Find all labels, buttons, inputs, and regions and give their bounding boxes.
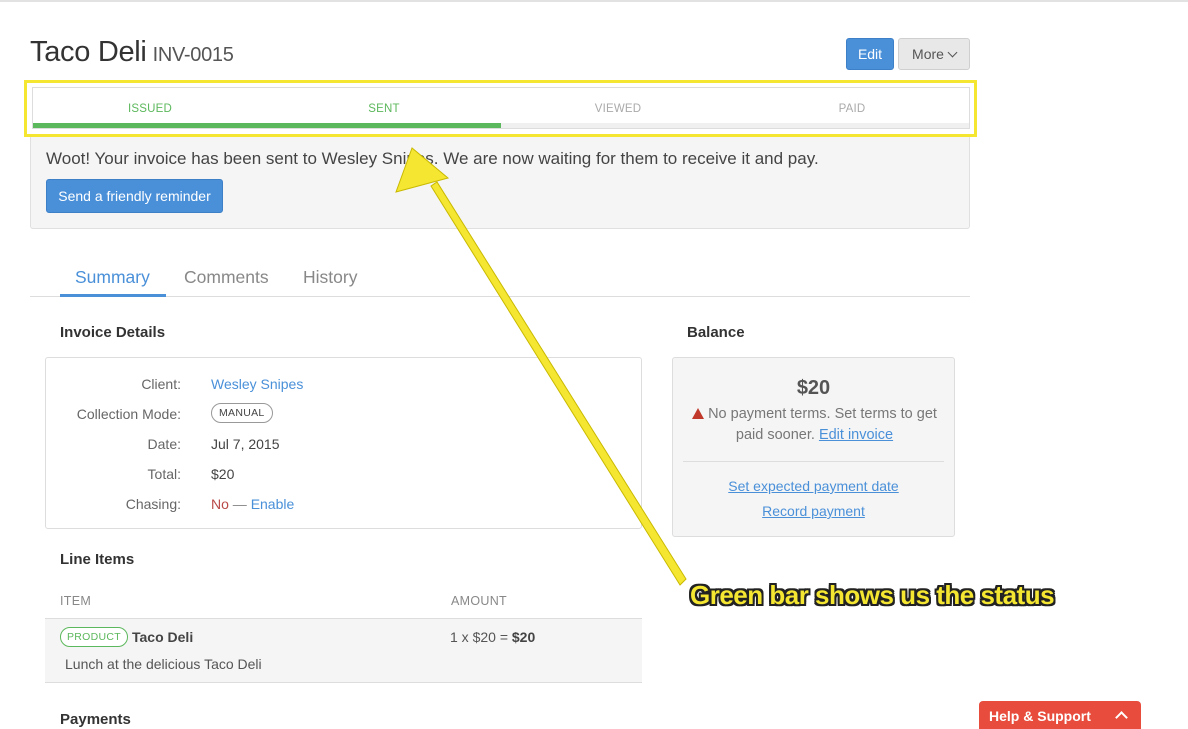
- help-support-button[interactable]: Help & Support: [979, 701, 1141, 729]
- tab-comments[interactable]: Comments: [184, 267, 269, 288]
- invoice-number: INV-0015: [152, 44, 234, 66]
- line-item-description: Lunch at the delicious Taco Deli: [65, 656, 262, 672]
- tab-summary[interactable]: Summary: [75, 267, 150, 288]
- chevron-down-icon: [947, 47, 958, 57]
- more-dropdown-button[interactable]: More: [898, 38, 970, 70]
- more-button-label: More: [912, 46, 944, 62]
- tab-bar: Summary Comments History: [30, 258, 970, 297]
- line-item-name: Taco Deli: [132, 629, 194, 645]
- status-progress-fill: [33, 123, 501, 128]
- line-item-quantity-expr: 1 x $20 =: [450, 629, 508, 645]
- active-tab-indicator: [60, 294, 166, 297]
- total-value: $20: [211, 466, 235, 482]
- tab-history[interactable]: History: [303, 267, 357, 288]
- record-payment-link[interactable]: Record payment: [762, 503, 865, 519]
- client-link[interactable]: Wesley Snipes: [211, 376, 303, 392]
- line-items-heading: Line Items: [60, 551, 135, 568]
- date-label: Date:: [147, 436, 181, 452]
- line-item-amount: 1 x $20 = $20: [450, 629, 535, 645]
- annotation-label: Green bar shows us the status: [690, 580, 1055, 610]
- chasing-status: No: [211, 496, 229, 512]
- status-step-paid: PAID: [838, 103, 866, 115]
- client-name-title: Taco Deli: [30, 36, 147, 68]
- status-highlight-frame: ISSUED SENT VIEWED PAID: [24, 80, 977, 137]
- collection-mode-badge: MANUAL: [211, 403, 273, 423]
- enable-chasing-link[interactable]: Enable: [251, 496, 295, 512]
- status-step-sent: SENT: [368, 103, 400, 115]
- chasing-value: No — Enable: [211, 496, 294, 512]
- line-item-total: $20: [511, 629, 536, 645]
- status-message-box: Woot! Your invoice has been sent to Wesl…: [30, 137, 970, 229]
- set-expected-payment-date-link[interactable]: Set expected payment date: [728, 478, 898, 494]
- payment-terms-note: No payment terms. Set terms to get paid …: [683, 404, 946, 446]
- top-divider: [0, 0, 1188, 2]
- chasing-label: Chasing:: [125, 496, 181, 512]
- status-message: Woot! Your invoice has been sent to Wesl…: [46, 149, 819, 168]
- edit-button[interactable]: Edit: [846, 38, 894, 70]
- status-step-issued: ISSUED: [127, 103, 173, 115]
- invoice-details-heading: Invoice Details: [60, 324, 166, 341]
- balance-heading: Balance: [687, 324, 745, 341]
- help-support-label: Help & Support: [989, 708, 1091, 724]
- record-payment-row: Record payment: [673, 503, 954, 519]
- balance-divider: [683, 461, 944, 462]
- column-header-amount: AMOUNT: [451, 594, 507, 608]
- line-items-header: ITEM AMOUNT: [45, 590, 642, 619]
- set-payment-date-row: Set expected payment date: [673, 478, 954, 494]
- collection-mode-label: Collection Mode:: [76, 406, 181, 422]
- edit-invoice-link[interactable]: Edit invoice: [819, 427, 893, 443]
- warning-icon: [692, 408, 705, 419]
- invoice-details-card: Client: Wesley Snipes Collection Mode: M…: [45, 357, 642, 529]
- total-label: Total:: [147, 466, 181, 482]
- send-reminder-button[interactable]: Send a friendly reminder: [46, 179, 223, 213]
- balance-card: $20 No payment terms. Set terms to get p…: [672, 357, 955, 537]
- date-value: Jul 7, 2015: [211, 436, 280, 452]
- status-progress-bar: ISSUED SENT VIEWED PAID: [32, 87, 970, 129]
- balance-amount: $20: [796, 377, 831, 399]
- chevron-up-icon: [1115, 711, 1128, 724]
- page-title: Taco Deli INV-0015: [30, 36, 234, 69]
- payments-heading: Payments: [60, 711, 131, 728]
- collection-mode-value: MANUAL: [211, 403, 273, 423]
- client-label: Client:: [141, 376, 181, 392]
- column-header-item: ITEM: [60, 594, 92, 608]
- product-badge: PRODUCT: [60, 627, 129, 647]
- table-row: PRODUCT Taco Deli Lunch at the delicious…: [45, 619, 642, 683]
- status-step-viewed: VIEWED: [594, 103, 642, 115]
- chasing-separator: —: [232, 496, 247, 512]
